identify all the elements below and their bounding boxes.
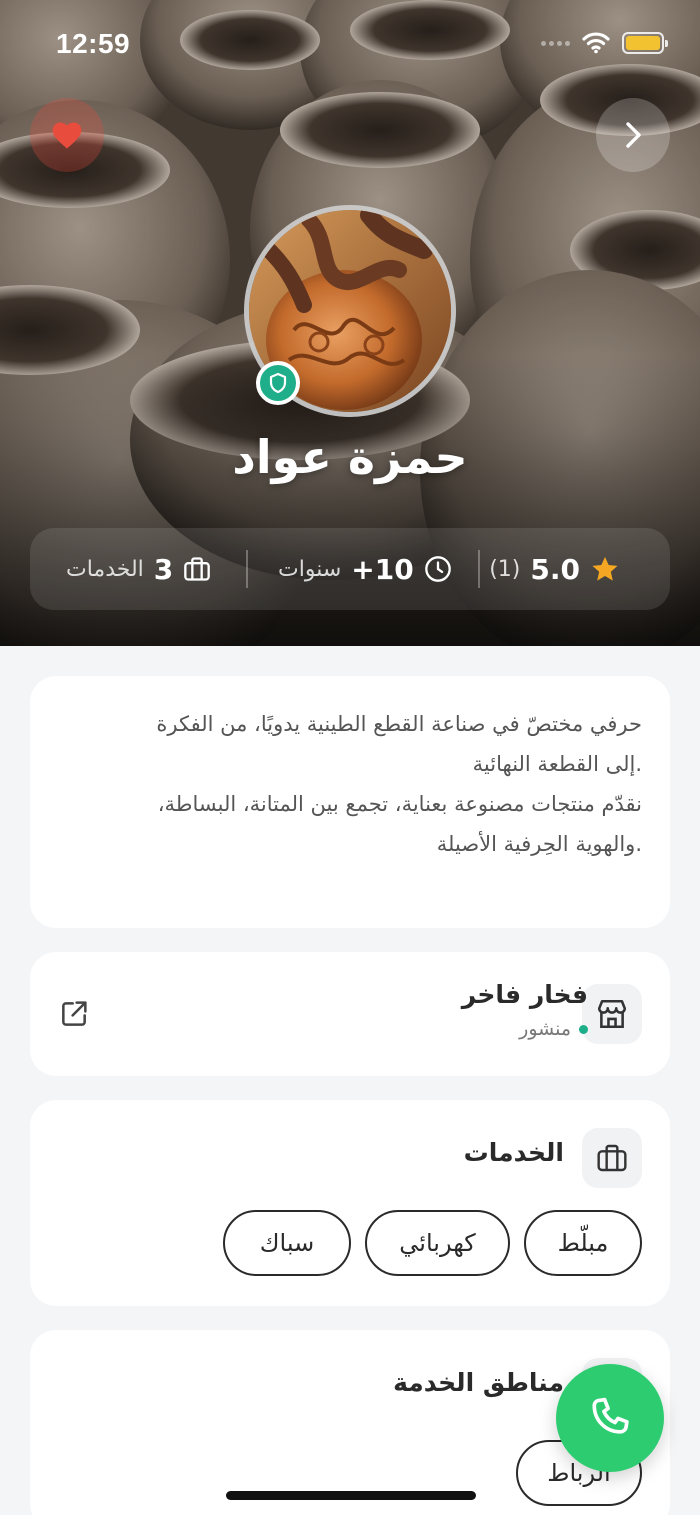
shop-status-label: منشور bbox=[519, 1018, 571, 1040]
experience-value: +10 bbox=[351, 552, 414, 586]
services-stat-label: الخدمات bbox=[66, 556, 144, 582]
services-title: الخدمات bbox=[463, 1138, 564, 1167]
service-chip[interactable]: سباك bbox=[223, 1210, 351, 1276]
clock-icon bbox=[424, 556, 451, 582]
experience-unit: سنوات bbox=[278, 556, 342, 582]
shield-icon bbox=[269, 372, 287, 394]
about-text-line: .والهوية الحِرفية الأصيلة bbox=[436, 832, 642, 856]
service-chip[interactable]: مبلّط bbox=[524, 1210, 642, 1276]
shop-card[interactable] bbox=[30, 952, 670, 1076]
stats-bar: (1) 5.0 سنوات +10 الخدمات 3 bbox=[30, 528, 670, 610]
briefcase-icon bbox=[597, 1144, 627, 1172]
star-icon bbox=[592, 556, 618, 581]
about-text-line: حرفي مختصّ في صناعة القطع الطينية يدويًا… bbox=[156, 712, 642, 736]
service-areas-title: مناطق الخدمة bbox=[393, 1368, 564, 1397]
phone-icon bbox=[592, 1397, 629, 1434]
call-button[interactable] bbox=[556, 1364, 664, 1472]
verified-badge bbox=[256, 361, 300, 405]
favorite-button[interactable] bbox=[30, 98, 104, 172]
rating-stat: (1) 5.0 bbox=[489, 528, 620, 610]
home-indicator bbox=[226, 1491, 476, 1500]
wifi-icon bbox=[582, 32, 610, 54]
heart-icon bbox=[52, 122, 82, 149]
briefcase-icon bbox=[184, 557, 211, 581]
status-indicators bbox=[541, 32, 668, 54]
status-bar: 12:59 bbox=[0, 0, 700, 90]
shop-status: منشور bbox=[519, 1018, 588, 1040]
chevron-right-icon bbox=[626, 122, 641, 148]
store-icon bbox=[597, 999, 627, 1029]
shop-name: فخار فاخر bbox=[461, 980, 588, 1009]
services-icon-box bbox=[582, 1128, 642, 1188]
battery-icon bbox=[622, 32, 668, 54]
shop-icon-box bbox=[582, 984, 642, 1044]
about-text-line: .إلى القطعة النهائية bbox=[472, 752, 642, 776]
stats-divider bbox=[478, 550, 480, 588]
about-text-line: نقدّم منتجات مصنوعة بعناية، تجمع بين الم… bbox=[157, 792, 642, 816]
status-dot bbox=[579, 1024, 588, 1034]
services-stat-count: 3 bbox=[153, 552, 174, 586]
rating-count: (1) bbox=[489, 556, 521, 582]
experience-stat: سنوات +10 bbox=[278, 528, 452, 610]
services-stat: الخدمات 3 bbox=[66, 528, 211, 610]
status-time: 12:59 bbox=[56, 28, 131, 59]
stats-divider bbox=[246, 550, 248, 588]
rating-value: 5.0 bbox=[530, 552, 580, 586]
next-button[interactable] bbox=[596, 98, 670, 172]
signal-icon bbox=[541, 40, 570, 46]
profile-hero: 12:59 حمزة عواد (1) 5.0 سنوات +10 الخدما… bbox=[0, 0, 700, 646]
profile-name: حمزة عواد bbox=[232, 430, 468, 484]
service-chip[interactable]: كهربائي bbox=[365, 1210, 510, 1276]
about-card: حرفي مختصّ في صناعة القطع الطينية يدويًا… bbox=[30, 676, 670, 928]
external-link-icon[interactable] bbox=[58, 998, 90, 1030]
